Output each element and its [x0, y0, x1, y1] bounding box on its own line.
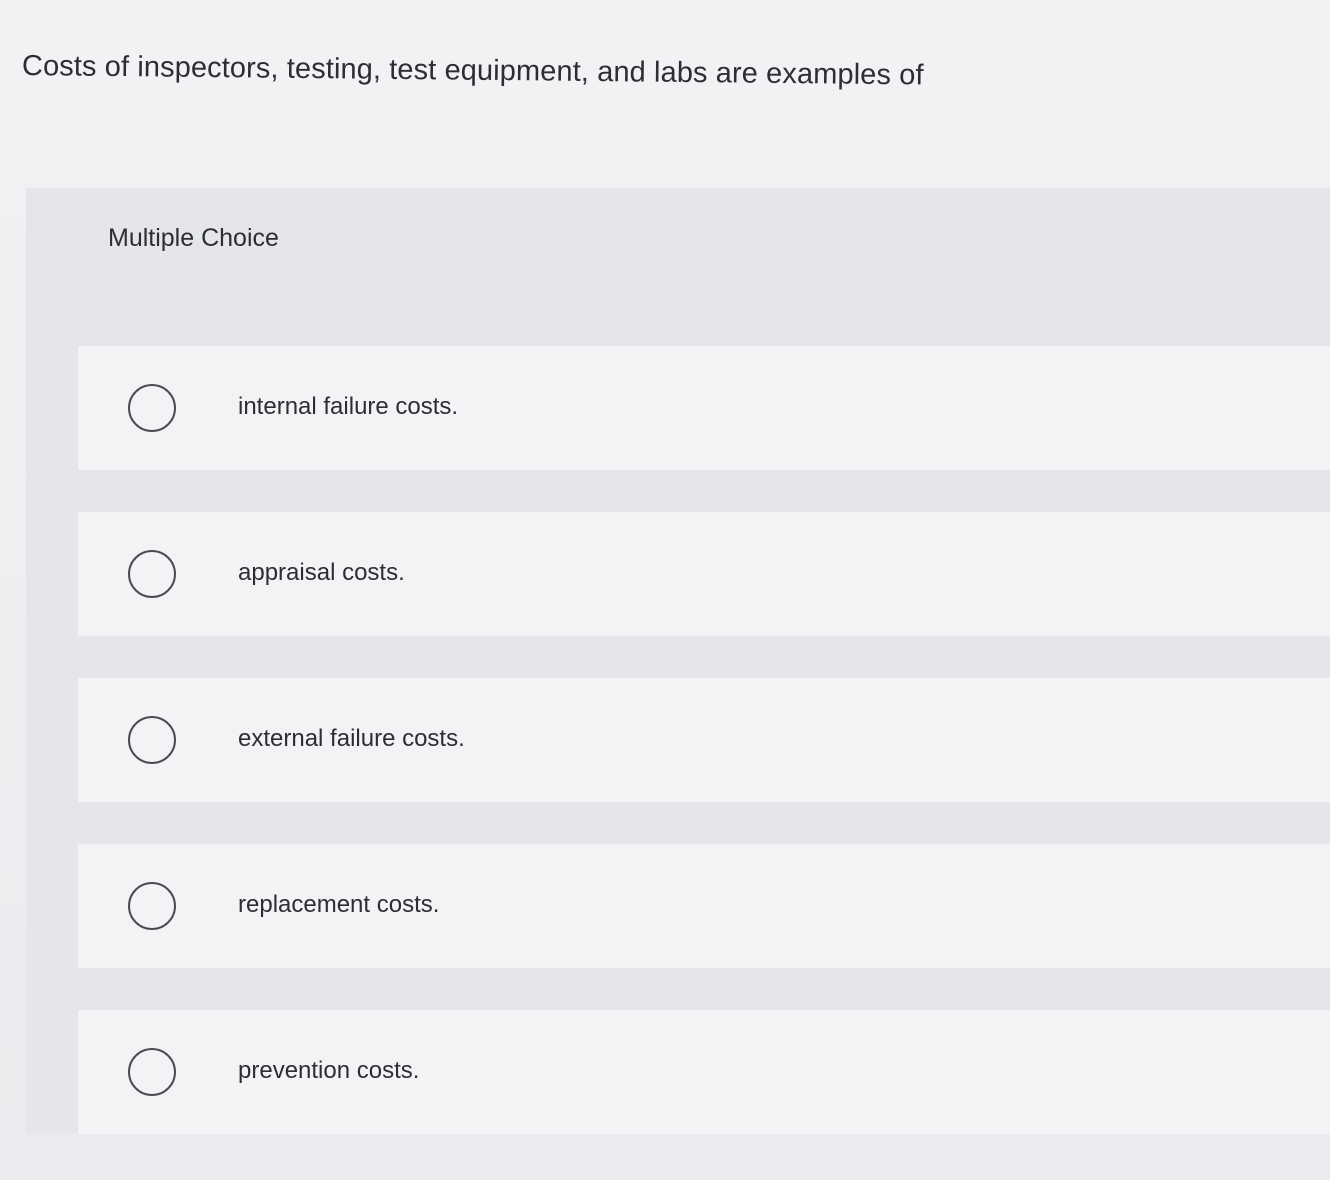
- question-type-label: Multiple Choice: [108, 224, 279, 252]
- answer-option-label: internal failure costs.: [238, 393, 459, 420]
- answer-options-list: internal failure costs. appraisal costs.…: [78, 346, 1330, 1134]
- answer-option-appraisal[interactable]: appraisal costs.: [78, 512, 1330, 636]
- answer-option-internal-failure[interactable]: internal failure costs.: [78, 346, 1330, 470]
- answer-option-prevention[interactable]: prevention costs.: [78, 1010, 1330, 1134]
- answer-option-label: external failure costs.: [238, 725, 465, 752]
- radio-button-icon[interactable]: [128, 550, 176, 598]
- radio-button-icon[interactable]: [128, 1048, 176, 1096]
- radio-button-icon[interactable]: [128, 882, 176, 930]
- answer-option-replacement[interactable]: replacement costs.: [78, 844, 1330, 968]
- radio-button-icon[interactable]: [128, 384, 176, 432]
- answer-option-label: prevention costs.: [238, 1057, 420, 1084]
- radio-button-icon[interactable]: [128, 716, 176, 764]
- answer-option-external-failure[interactable]: external failure costs.: [78, 678, 1330, 802]
- answer-option-label: replacement costs.: [238, 891, 440, 918]
- answer-option-label: appraisal costs.: [238, 559, 405, 586]
